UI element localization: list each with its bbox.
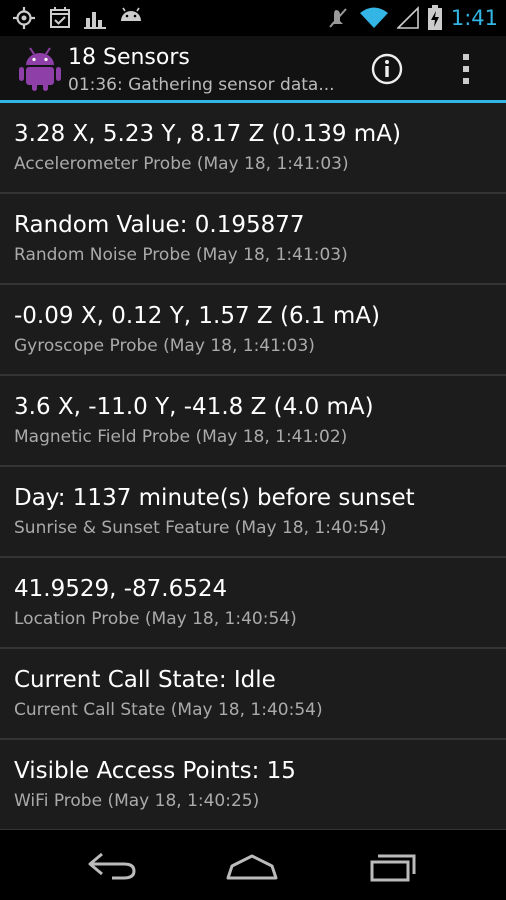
page-subtitle: 01:36: Gathering sensor data... bbox=[68, 75, 335, 95]
item-value: -0.09 X, 0.12 Y, 1.57 Z (6.1 mA) bbox=[14, 303, 380, 329]
mute-icon bbox=[329, 8, 347, 28]
android-icon bbox=[121, 7, 141, 21]
phone-screen: 1:41 18 Sensors 01:36: Gathering sensor … bbox=[0, 0, 506, 900]
wifi-icon bbox=[359, 7, 388, 28]
home-icon[interactable] bbox=[222, 844, 282, 886]
app-icon[interactable] bbox=[16, 44, 64, 92]
item-source: Current Call State (May 18, 1:40:54) bbox=[14, 700, 323, 720]
status-time: 1:41 bbox=[450, 6, 498, 30]
bar-graph-icon bbox=[84, 12, 106, 29]
info-icon[interactable] bbox=[368, 50, 406, 88]
list-item[interactable]: Random Value: 0.195877 Random Noise Prob… bbox=[0, 194, 506, 285]
item-value: Random Value: 0.195877 bbox=[14, 212, 305, 238]
item-source: Accelerometer Probe (May 18, 1:41:03) bbox=[14, 154, 349, 174]
signal-icon bbox=[396, 6, 419, 29]
back-icon[interactable] bbox=[82, 844, 142, 886]
item-source: Sunrise & Sunset Feature (May 18, 1:40:5… bbox=[14, 518, 387, 538]
item-value: Visible Access Points: 15 bbox=[14, 758, 296, 784]
list-item[interactable]: -0.09 X, 0.12 Y, 1.57 Z (6.1 mA) Gyrosco… bbox=[0, 285, 506, 376]
item-value: 3.6 X, -11.0 Y, -41.8 Z (4.0 mA) bbox=[14, 394, 374, 420]
page-title: 18 Sensors bbox=[68, 45, 190, 70]
list-item[interactable]: Day: 1137 minute(s) before sunset Sunris… bbox=[0, 467, 506, 558]
item-source: Magnetic Field Probe (May 18, 1:41:02) bbox=[14, 427, 348, 447]
recents-icon[interactable] bbox=[364, 844, 424, 886]
sensor-list: 3.28 X, 5.23 Y, 8.17 Z (0.139 mA) Accele… bbox=[0, 103, 506, 830]
list-item[interactable]: 3.6 X, -11.0 Y, -41.8 Z (4.0 mA) Magneti… bbox=[0, 376, 506, 467]
gps-icon bbox=[13, 7, 35, 29]
item-source: Gyroscope Probe (May 18, 1:41:03) bbox=[14, 336, 315, 356]
calendar-check-icon bbox=[50, 7, 70, 28]
list-item[interactable]: Visible Access Points: 15 WiFi Probe (Ma… bbox=[0, 740, 506, 830]
item-value: 3.28 X, 5.23 Y, 8.17 Z (0.139 mA) bbox=[14, 121, 401, 147]
overflow-menu-icon[interactable] bbox=[448, 50, 484, 88]
action-bar: 18 Sensors 01:36: Gathering sensor data.… bbox=[0, 36, 506, 100]
battery-charging-icon bbox=[427, 5, 442, 30]
item-source: Random Noise Probe (May 18, 1:41:03) bbox=[14, 245, 348, 265]
list-item[interactable]: Current Call State: Idle Current Call St… bbox=[0, 649, 506, 740]
item-value: Current Call State: Idle bbox=[14, 667, 276, 693]
item-value: Day: 1137 minute(s) before sunset bbox=[14, 485, 415, 511]
item-value: 41.9529, -87.6524 bbox=[14, 576, 228, 602]
list-item[interactable]: 3.28 X, 5.23 Y, 8.17 Z (0.139 mA) Accele… bbox=[0, 103, 506, 194]
navigation-bar bbox=[0, 830, 506, 900]
status-bar: 1:41 bbox=[0, 0, 506, 36]
item-source: WiFi Probe (May 18, 1:40:25) bbox=[14, 791, 260, 811]
item-source: Location Probe (May 18, 1:40:54) bbox=[14, 609, 297, 629]
list-item[interactable]: 41.9529, -87.6524 Location Probe (May 18… bbox=[0, 558, 506, 649]
